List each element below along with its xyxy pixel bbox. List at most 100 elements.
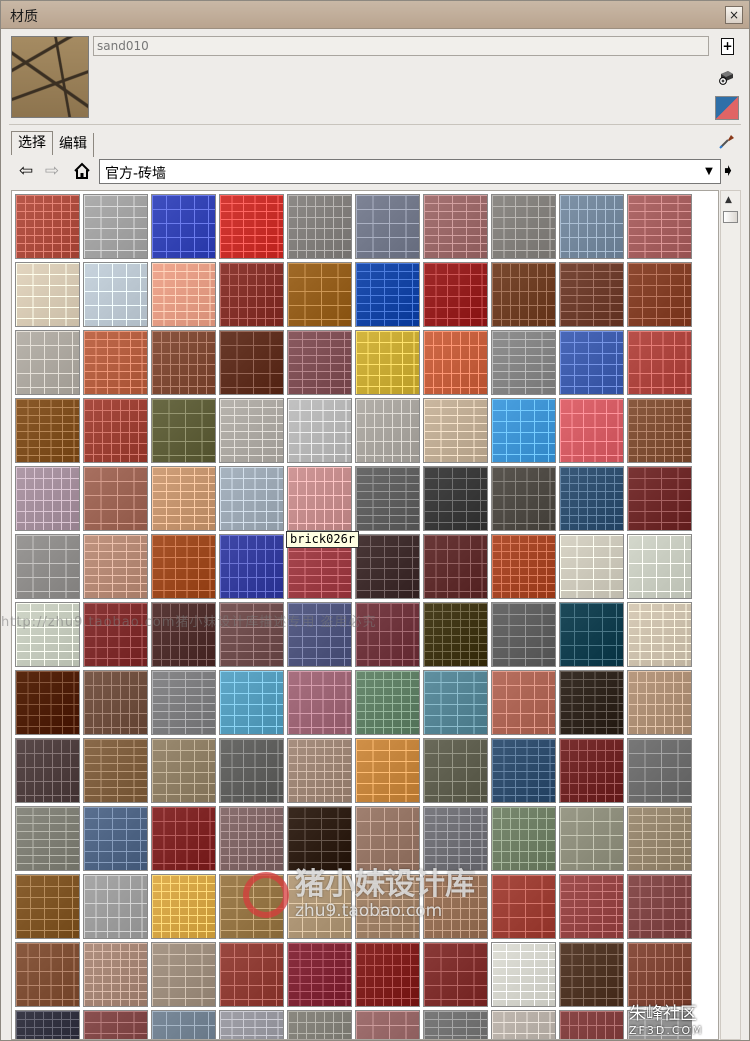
- material-swatch[interactable]: [558, 669, 625, 736]
- material-swatch[interactable]: [218, 397, 285, 464]
- material-swatch[interactable]: [150, 261, 217, 328]
- material-swatch[interactable]: [150, 397, 217, 464]
- material-swatch[interactable]: [422, 261, 489, 328]
- material-swatch[interactable]: [82, 329, 149, 396]
- material-swatch[interactable]: [490, 805, 557, 872]
- material-swatch[interactable]: [286, 261, 353, 328]
- material-swatch[interactable]: [82, 805, 149, 872]
- material-swatch[interactable]: [218, 1009, 285, 1039]
- material-swatch[interactable]: [218, 329, 285, 396]
- material-swatch[interactable]: [150, 1009, 217, 1039]
- back-arrow-icon[interactable]: ⇦: [15, 160, 37, 182]
- forward-arrow-icon[interactable]: ⇨: [41, 160, 63, 182]
- scrollbar-thumb[interactable]: [723, 211, 738, 223]
- material-swatch[interactable]: [626, 193, 693, 260]
- material-swatch[interactable]: [286, 805, 353, 872]
- material-swatch[interactable]: [14, 193, 81, 260]
- material-swatch[interactable]: [286, 669, 353, 736]
- material-swatch[interactable]: [558, 261, 625, 328]
- material-swatch[interactable]: [558, 397, 625, 464]
- material-swatch[interactable]: [558, 533, 625, 600]
- material-swatch[interactable]: [422, 737, 489, 804]
- material-swatch[interactable]: [286, 329, 353, 396]
- material-swatch[interactable]: [286, 397, 353, 464]
- details-arrow-icon[interactable]: ➧: [717, 160, 739, 182]
- material-swatch[interactable]: [218, 805, 285, 872]
- material-swatch[interactable]: [422, 329, 489, 396]
- material-swatch[interactable]: [422, 193, 489, 260]
- material-swatch[interactable]: [490, 873, 557, 940]
- material-swatch[interactable]: [354, 533, 421, 600]
- material-swatch[interactable]: [422, 397, 489, 464]
- material-swatch[interactable]: [286, 1009, 353, 1039]
- material-swatch[interactable]: [490, 737, 557, 804]
- material-swatch[interactable]: [14, 465, 81, 532]
- material-swatch[interactable]: [626, 465, 693, 532]
- material-swatch[interactable]: [218, 261, 285, 328]
- tab-edit[interactable]: 编辑: [53, 133, 94, 157]
- material-swatch[interactable]: [14, 873, 81, 940]
- material-swatch[interactable]: [150, 805, 217, 872]
- material-swatch[interactable]: [14, 669, 81, 736]
- material-swatch[interactable]: [354, 805, 421, 872]
- material-swatch[interactable]: [354, 941, 421, 1008]
- material-swatch[interactable]: [150, 737, 217, 804]
- material-swatch[interactable]: [490, 465, 557, 532]
- material-swatch[interactable]: [422, 669, 489, 736]
- material-swatch[interactable]: [558, 873, 625, 940]
- material-swatch[interactable]: [558, 329, 625, 396]
- material-swatch[interactable]: [490, 193, 557, 260]
- material-swatch[interactable]: [286, 193, 353, 260]
- default-swatch-icon[interactable]: [715, 96, 739, 120]
- material-swatch[interactable]: [218, 533, 285, 600]
- home-icon[interactable]: [71, 160, 93, 182]
- material-swatch[interactable]: [286, 465, 353, 532]
- material-swatch[interactable]: [490, 397, 557, 464]
- material-swatch[interactable]: [82, 397, 149, 464]
- material-swatch[interactable]: [14, 737, 81, 804]
- material-swatch[interactable]: [82, 669, 149, 736]
- material-swatch[interactable]: [14, 941, 81, 1008]
- chevron-down-icon[interactable]: ▼: [699, 161, 719, 182]
- material-swatch[interactable]: [354, 397, 421, 464]
- collection-dropdown[interactable]: 官方-砖墙 ▼: [99, 159, 721, 184]
- material-swatch[interactable]: [150, 669, 217, 736]
- material-swatch[interactable]: [490, 669, 557, 736]
- material-swatch[interactable]: [14, 533, 81, 600]
- create-material-icon[interactable]: [717, 36, 737, 56]
- material-swatch[interactable]: [150, 193, 217, 260]
- material-swatch[interactable]: [626, 805, 693, 872]
- material-swatch[interactable]: [218, 941, 285, 1008]
- material-swatch[interactable]: [286, 941, 353, 1008]
- material-swatch[interactable]: [626, 941, 693, 1008]
- material-swatch[interactable]: [490, 533, 557, 600]
- material-swatch[interactable]: [626, 261, 693, 328]
- material-swatch[interactable]: [422, 465, 489, 532]
- material-swatch[interactable]: [354, 261, 421, 328]
- material-swatch[interactable]: [354, 329, 421, 396]
- material-swatch[interactable]: [14, 329, 81, 396]
- material-swatch[interactable]: [626, 533, 693, 600]
- material-swatch[interactable]: [150, 329, 217, 396]
- material-swatch[interactable]: [354, 465, 421, 532]
- tab-select[interactable]: 选择: [11, 131, 53, 155]
- material-swatch[interactable]: [82, 1009, 149, 1039]
- material-swatch[interactable]: [14, 397, 81, 464]
- material-swatch[interactable]: [82, 193, 149, 260]
- material-swatch[interactable]: [422, 533, 489, 600]
- material-swatch[interactable]: [82, 873, 149, 940]
- material-swatch[interactable]: [82, 941, 149, 1008]
- material-swatch[interactable]: [354, 1009, 421, 1039]
- material-swatch[interactable]: [490, 261, 557, 328]
- material-swatch[interactable]: [558, 193, 625, 260]
- material-swatch[interactable]: [490, 941, 557, 1008]
- material-swatch[interactable]: [354, 669, 421, 736]
- material-swatch[interactable]: [14, 805, 81, 872]
- material-swatch[interactable]: [490, 1009, 557, 1039]
- close-icon[interactable]: ×: [725, 6, 743, 24]
- material-swatch[interactable]: [354, 193, 421, 260]
- material-swatch[interactable]: [82, 465, 149, 532]
- material-swatch[interactable]: [354, 737, 421, 804]
- material-swatch[interactable]: [82, 261, 149, 328]
- eyedropper-icon[interactable]: [717, 131, 737, 151]
